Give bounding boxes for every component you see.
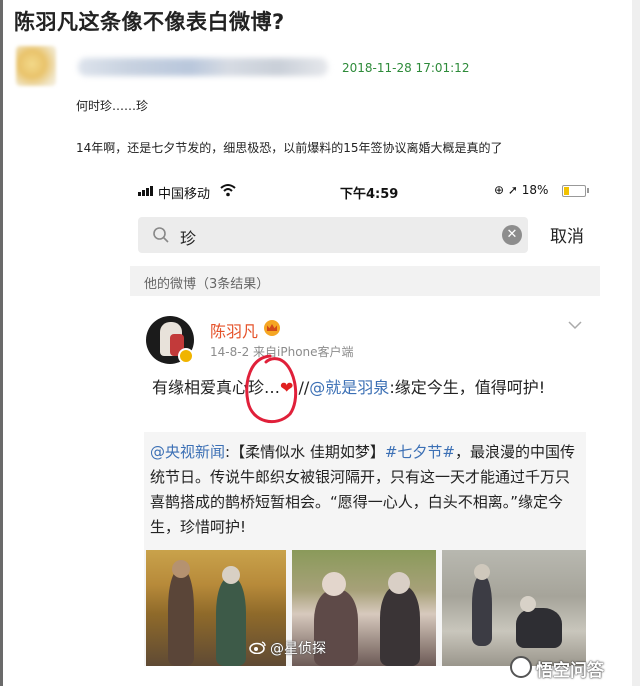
battery-cap	[587, 188, 589, 193]
status-clock: 下午4:59	[340, 187, 399, 202]
author-name-blurred[interactable]	[78, 58, 328, 76]
wukong-logo-icon	[510, 656, 532, 678]
battery-percent: 18%	[521, 183, 549, 197]
clear-search-icon[interactable]: ✕	[502, 225, 522, 245]
weibo-author-name[interactable]: 陈羽凡	[210, 318, 258, 342]
results-count-label: 他的微博（3条结果）	[144, 277, 270, 292]
search-input[interactable]: 珍 ✕	[138, 217, 528, 253]
phone-status-bar: 中国移动 下午4:59 ⊕ ➚ 18%	[130, 176, 600, 206]
wukong-logo: 悟空问答	[510, 654, 630, 681]
cancel-button[interactable]: 取消	[550, 222, 584, 247]
search-row: 珍 ✕ 取消	[130, 206, 600, 266]
weibo-watermark-text: @星侦探	[270, 641, 326, 657]
post-text-line2: 14年啊，还是七夕节发的，细思极恐，以前爆料的15年签协议离婚大概是真的了	[76, 141, 503, 155]
author-avatar-blurred[interactable]	[16, 46, 56, 86]
repost-topic: 【柔情似水 佳期如梦】	[230, 443, 385, 461]
repost-mention-link[interactable]: @央视新闻	[150, 443, 225, 461]
weibo-watermark-icon	[249, 641, 266, 654]
location-arrow-icon: ➚	[507, 183, 518, 197]
phone-screenshot: 中国移动 下午4:59 ⊕ ➚ 18% 珍 ✕ 取消 他的微博（3条结果） 陈羽…	[130, 176, 600, 666]
battery-icon	[562, 185, 586, 197]
repost-text: @央视新闻:【柔情似水 佳期如梦】#七夕节#，最浪漫的中国传统节日。传说牛郎织女…	[150, 440, 582, 540]
right-border	[632, 0, 640, 686]
chevron-down-icon[interactable]	[568, 320, 582, 330]
post-timestamp: 2018-11-28 17:01:12	[342, 61, 470, 75]
repost-card[interactable]: @央视新闻:【柔情似水 佳期如梦】#七夕节#，最浪漫的中国传统节日。传说牛郎织女…	[144, 432, 586, 666]
weibo-mention-link[interactable]: @就是羽泉	[309, 378, 389, 397]
rotation-lock-icon: ⊕	[494, 183, 505, 197]
weibo-text-tail: :缘定今生，值得呵护!	[389, 378, 546, 397]
vip-crown-icon	[264, 320, 280, 336]
weibo-post-text: 有缘相爱真心珍…❤ //@就是羽泉:缘定今生，值得呵护!	[152, 374, 588, 401]
status-right-group: ⊕ ➚ 18%	[494, 183, 548, 197]
results-section-header: 他的微博（3条结果）	[130, 266, 600, 296]
wukong-logo-text: 悟空问答	[536, 661, 604, 681]
wifi-icon	[220, 184, 236, 197]
verified-badge-icon	[178, 348, 194, 364]
search-icon	[153, 227, 169, 243]
red-circle-annotation	[245, 354, 298, 424]
search-query: 珍	[180, 229, 197, 248]
page: 陈羽凡这条像不像表白微博? 2018-11-28 17:01:12 何时珍……珍…	[0, 0, 640, 686]
signal-icon	[138, 186, 156, 196]
carrier-name: 中国移动	[158, 187, 211, 202]
repost-photo-3[interactable]	[442, 550, 586, 666]
article-headline: 陈羽凡这条像不像表白微博?	[14, 10, 285, 34]
left-border	[0, 0, 3, 686]
post-text-line1: 何时珍……珍	[76, 99, 149, 113]
repost-hashtag-link[interactable]: #七夕节#	[385, 443, 455, 461]
